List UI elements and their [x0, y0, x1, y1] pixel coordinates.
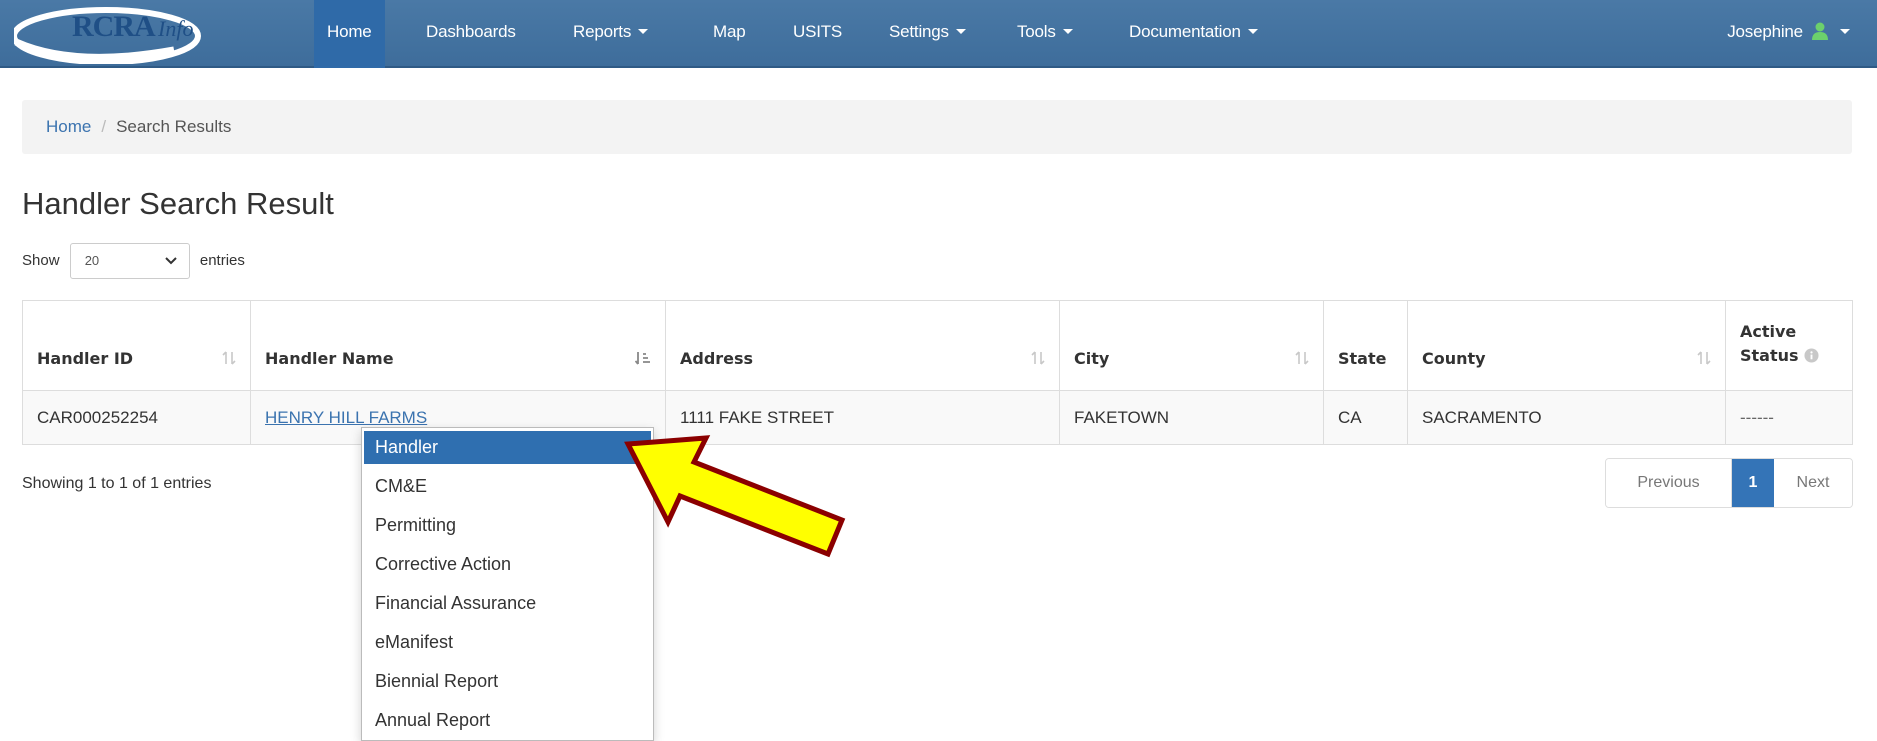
nav-dashboards-label: Dashboards — [426, 22, 516, 41]
sort-icon — [1031, 351, 1045, 365]
show-label: Show — [22, 252, 60, 269]
logo-text: RCRA — [72, 10, 156, 43]
nav-usits[interactable]: USITS — [780, 0, 855, 68]
col-city[interactable]: City — [1059, 300, 1324, 391]
breadcrumb-home[interactable]: Home — [46, 117, 91, 136]
col-handler-id-label: Handler ID — [37, 349, 134, 368]
user-name: Josephine — [1727, 22, 1803, 41]
top-navbar: RCRA Info Home Dashboards Reports Map US… — [0, 0, 1877, 68]
user-menu[interactable]: Josephine — [1714, 0, 1863, 68]
menu-item-financial-assurance[interactable]: Financial Assurance — [362, 584, 653, 623]
chevron-down-icon — [164, 257, 177, 265]
info-icon[interactable] — [1804, 348, 1819, 363]
breadcrumb: Home / Search Results — [22, 100, 1852, 154]
nav-documentation[interactable]: Documentation — [1116, 0, 1271, 68]
table-info: Showing 1 to 1 of 1 entries — [22, 475, 212, 492]
nav-settings-label: Settings — [889, 22, 949, 41]
col-county-label: County — [1422, 349, 1486, 368]
nav-reports-label: Reports — [573, 22, 632, 41]
menu-item-annual-report[interactable]: Annual Report — [362, 701, 653, 740]
sort-icon — [222, 351, 236, 365]
cell-state: CA — [1323, 390, 1408, 445]
entries-select-value: 20 — [84, 253, 100, 268]
pagination-page-1[interactable]: 1 — [1732, 459, 1774, 507]
table-row: CAR000252254 HENRY HILL FARMS 1111 FAKE … — [22, 390, 1853, 445]
handler-results-table: Handler ID Handler Name Address City Sta… — [22, 300, 1853, 445]
caret-down-icon — [1062, 29, 1073, 35]
pagination-previous[interactable]: Previous — [1606, 459, 1732, 507]
col-handler-name[interactable]: Handler Name — [250, 300, 666, 391]
nav-reports[interactable]: Reports — [560, 0, 661, 68]
sort-icon — [1697, 351, 1711, 365]
col-active-label: Active — [1740, 322, 1797, 341]
nav-home-label: Home — [327, 22, 372, 41]
menu-item-permitting[interactable]: Permitting — [362, 506, 653, 545]
table-header-row: Handler ID Handler Name Address City Sta… — [22, 300, 1853, 391]
caret-down-icon — [638, 29, 649, 35]
nav-settings[interactable]: Settings — [876, 0, 979, 68]
nav-tools-label: Tools — [1017, 22, 1056, 41]
col-county[interactable]: County — [1407, 300, 1726, 391]
nav-map[interactable]: Map — [700, 0, 758, 68]
menu-item-emanifest[interactable]: eManifest — [362, 623, 653, 662]
breadcrumb-separator: / — [101, 117, 107, 136]
col-state[interactable]: State — [1323, 300, 1408, 391]
entries-select[interactable]: 20 — [69, 243, 190, 279]
callout-arrow-icon — [624, 435, 846, 558]
nav-documentation-label: Documentation — [1129, 22, 1241, 41]
nav-tools[interactable]: Tools — [1004, 0, 1086, 68]
cell-handler-id: CAR000252254 — [22, 390, 251, 445]
col-address[interactable]: Address — [665, 300, 1060, 391]
col-state-label: State — [1338, 349, 1387, 368]
user-icon — [1812, 22, 1829, 40]
menu-item-biennial-report[interactable]: Biennial Report — [362, 662, 653, 701]
sort-icon — [1295, 351, 1309, 365]
nav-map-label: Map — [713, 22, 746, 41]
menu-item-corrective-action[interactable]: Corrective Action — [362, 545, 653, 584]
entries-label: entries — [199, 252, 245, 269]
caret-down-icon — [1247, 29, 1258, 35]
caret-down-icon — [955, 29, 966, 35]
caret-down-icon — [1840, 29, 1850, 35]
logo-script: Info — [157, 16, 193, 41]
menu-item-cme[interactable]: CM&E — [362, 467, 653, 506]
col-handler-id[interactable]: Handler ID — [22, 300, 251, 391]
handler-name-link[interactable]: HENRY HILL FARMS — [265, 408, 427, 427]
rcra-info-logo[interactable]: RCRA Info — [14, 2, 276, 64]
nav-usits-label: USITS — [793, 22, 843, 41]
col-active-status[interactable]: Active Status — [1725, 300, 1853, 391]
menu-item-handler[interactable]: Handler — [364, 431, 651, 464]
sort-asc-icon — [635, 352, 650, 365]
pagination-next[interactable]: Next — [1774, 459, 1852, 507]
show-entries: Show 20 entries — [22, 243, 245, 279]
breadcrumb-current: Search Results — [116, 117, 232, 136]
cell-active-status: ------ — [1725, 390, 1853, 445]
col-status-label: Status — [1740, 346, 1799, 365]
nav-home[interactable]: Home — [314, 0, 385, 68]
col-handler-name-label: Handler Name — [265, 349, 394, 368]
page-title: Handler Search Result — [22, 186, 334, 221]
nav-dashboards[interactable]: Dashboards — [413, 0, 529, 68]
handler-module-menu: Handler CM&E Permitting Corrective Actio… — [361, 427, 654, 741]
col-city-label: City — [1074, 349, 1110, 368]
cell-county: SACRAMENTO — [1407, 390, 1726, 445]
cell-city: FAKETOWN — [1059, 390, 1324, 445]
pagination: Previous 1 Next — [1605, 458, 1853, 508]
col-address-label: Address — [680, 349, 754, 368]
